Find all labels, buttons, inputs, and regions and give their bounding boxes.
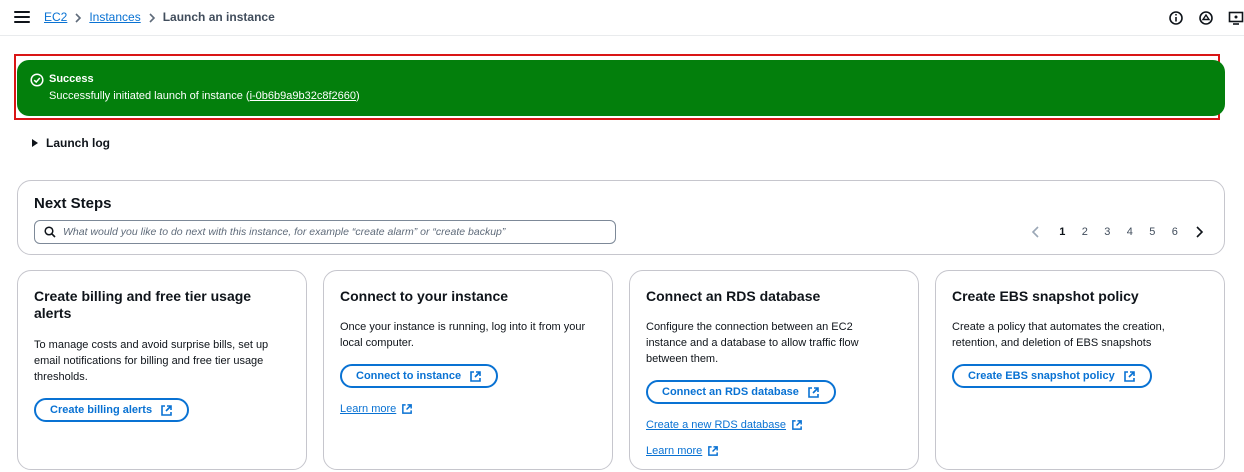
page-2[interactable]: 2: [1074, 226, 1097, 238]
next-steps-panel: Next Steps 1 2 3 4 5 6: [17, 180, 1225, 255]
check-circle-icon: [30, 73, 44, 87]
link-label: Learn more: [646, 445, 703, 457]
page-3[interactable]: 3: [1096, 226, 1119, 238]
next-steps-search: [34, 220, 616, 244]
search-input[interactable]: [63, 223, 611, 241]
next-steps-title: Next Steps: [34, 195, 112, 212]
create-ebs-snapshot-policy-button[interactable]: Create EBS snapshot policy: [952, 364, 1152, 388]
link-label: Create a new RDS database: [646, 419, 787, 431]
page-1[interactable]: 1: [1051, 226, 1074, 238]
card-connect-rds: Connect an RDS database Configure the co…: [629, 270, 919, 470]
external-link-icon: [1123, 370, 1135, 382]
breadcrumb: EC2 Instances Launch an instance: [44, 10, 275, 24]
page-5[interactable]: 5: [1141, 226, 1164, 238]
flash-title: Success: [49, 73, 94, 85]
card-billing-alerts: Create billing and free tier usage alert…: [17, 270, 307, 470]
create-billing-alerts-button[interactable]: Create billing alerts: [34, 398, 190, 422]
external-link-icon: [470, 370, 481, 382]
button-label: Connect an RDS database: [662, 386, 799, 398]
breadcrumb-instances[interactable]: Instances: [89, 10, 140, 24]
display-settings-icon[interactable]: [1228, 10, 1244, 26]
top-icons: [1154, 10, 1244, 26]
chevron-right-icon[interactable]: [1192, 225, 1206, 239]
external-link-icon: [808, 386, 819, 398]
create-new-rds-database-link[interactable]: Create a new RDS database: [646, 419, 803, 431]
pagination: 1 2 3 4 5 6: [1029, 225, 1206, 239]
connect-to-instance-button[interactable]: Connect to instance: [340, 364, 499, 388]
external-link-icon: [402, 404, 413, 414]
card-title: Create billing and free tier usage alert…: [34, 288, 252, 321]
card-description: Once your instance is running, log into …: [340, 321, 586, 349]
card-ebs-snapshot-policy: Create EBS snapshot policy Create a poli…: [935, 270, 1225, 470]
top-navigation-bar: EC2 Instances Launch an instance: [0, 0, 1244, 36]
search-icon: [44, 226, 56, 238]
card-connect-instance: Connect to your instance Once your insta…: [323, 270, 613, 470]
external-link-icon: [792, 420, 802, 430]
card-description: Create a policy that automates the creat…: [952, 321, 1165, 349]
breadcrumb-ec2[interactable]: EC2: [44, 10, 67, 24]
external-link-icon: [708, 446, 719, 456]
info-icon[interactable]: [1168, 10, 1184, 26]
learn-more-link[interactable]: Learn more: [340, 403, 413, 415]
flash-message-prefix: Successfully initiated launch of instanc…: [49, 90, 250, 102]
instance-id-link[interactable]: i-0b6b9a9b32c8f2660: [250, 90, 356, 102]
chevron-right-icon: [67, 10, 89, 24]
flash-message-suffix: ): [356, 90, 360, 102]
button-label: Create billing alerts: [50, 404, 153, 416]
caret-right-icon: [32, 139, 38, 147]
chevron-left-icon[interactable]: [1029, 225, 1043, 239]
button-label: Connect to instance: [356, 370, 462, 382]
launch-log-label: Launch log: [46, 136, 110, 150]
notifications-icon[interactable]: [1198, 10, 1214, 26]
flash-message: Successfully initiated launch of instanc…: [49, 90, 360, 102]
card-title: Connect to your instance: [340, 288, 509, 304]
connect-rds-database-button[interactable]: Connect an RDS database: [646, 380, 836, 404]
card-description: Configure the connection between an EC2 …: [646, 321, 859, 365]
success-flashbar: Success Successfully initiated launch of…: [17, 60, 1225, 116]
menu-icon[interactable]: [14, 11, 30, 25]
button-label: Create EBS snapshot policy: [968, 370, 1115, 382]
card-title: Create EBS snapshot policy: [952, 288, 1139, 304]
breadcrumb-current: Launch an instance: [162, 10, 275, 24]
link-label: Learn more: [340, 403, 397, 415]
page-4[interactable]: 4: [1119, 226, 1142, 238]
launch-log-expander[interactable]: Launch log: [32, 136, 110, 150]
learn-more-link[interactable]: Learn more: [646, 445, 719, 457]
card-description: To manage costs and avoid surprise bills…: [34, 339, 269, 383]
page-6[interactable]: 6: [1164, 226, 1187, 238]
chevron-right-icon: [141, 10, 163, 24]
external-link-icon: [161, 404, 172, 416]
card-title: Connect an RDS database: [646, 288, 821, 304]
